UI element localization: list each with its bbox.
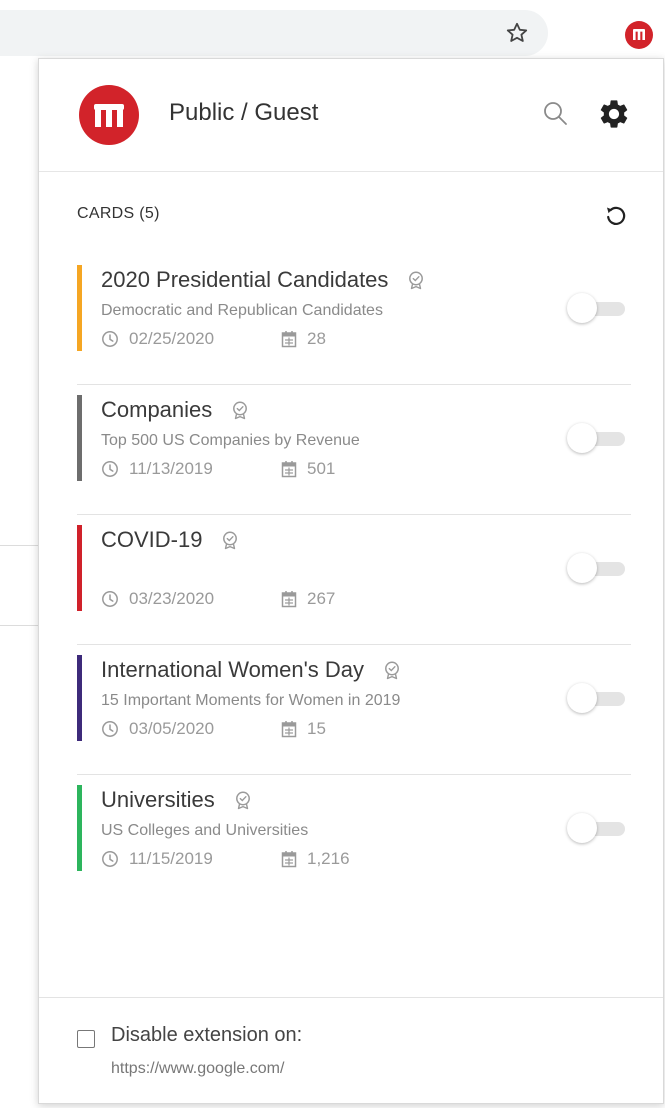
popup-footer: Disable extension on: https://www.google… xyxy=(39,997,663,1104)
popup-header: Public / Guest xyxy=(39,59,663,172)
card-date-text: 02/25/2020 xyxy=(129,329,215,348)
card-color-bar xyxy=(77,395,82,481)
card-meta: 11/13/2019 501 xyxy=(101,459,335,479)
card-date: 02/25/2020 xyxy=(101,329,281,349)
background-divider xyxy=(0,545,38,546)
cards-heading: CARDS (5) xyxy=(77,205,160,222)
toggle-knob[interactable] xyxy=(567,683,597,713)
brand-logo-icon xyxy=(79,85,139,145)
card-date: 11/15/2019 xyxy=(101,849,281,869)
calendar-icon xyxy=(281,851,297,868)
verified-badge-icon xyxy=(233,401,248,420)
card-title: Universities xyxy=(101,787,215,812)
page-title: Public / Guest xyxy=(169,99,319,126)
extension-popup: Public / Guest CARDS (5) 2020 Presidenti… xyxy=(38,58,664,1104)
verified-badge-icon xyxy=(409,271,424,290)
star-outline-icon xyxy=(506,22,528,42)
browser-toolbar xyxy=(0,0,665,64)
card-title-row: Universities xyxy=(101,787,253,813)
card-title: International Women's Day xyxy=(101,657,365,682)
card-item[interactable]: 2020 Presidential Candidates Democratic a… xyxy=(77,255,631,385)
card-count-text: 28 xyxy=(307,329,326,348)
extension-logo-icon xyxy=(625,21,653,49)
gear-icon xyxy=(600,100,628,128)
card-title-row: 2020 Presidential Candidates xyxy=(101,267,426,293)
card-color-bar xyxy=(77,525,82,611)
clock-icon xyxy=(102,851,118,867)
toggle-knob[interactable] xyxy=(567,813,597,843)
card-toggle[interactable] xyxy=(567,553,629,585)
clock-icon xyxy=(102,331,118,347)
card-toggle[interactable] xyxy=(567,293,629,325)
calendar-icon xyxy=(281,461,297,478)
card-item[interactable]: COVID-19 03/23/2020 267 xyxy=(77,515,631,645)
disable-extension-checkbox[interactable] xyxy=(77,1030,95,1048)
search-button[interactable] xyxy=(539,97,573,131)
verified-badge-icon xyxy=(223,531,238,550)
refresh-button[interactable] xyxy=(601,201,631,231)
toggle-knob[interactable] xyxy=(567,293,597,323)
card-date-text: 11/13/2019 xyxy=(129,459,213,478)
card-count: 1,216 xyxy=(281,849,350,869)
card-toggle[interactable] xyxy=(567,423,629,455)
clock-icon xyxy=(102,721,118,737)
card-color-bar xyxy=(77,785,82,871)
card-title-row: COVID-19 xyxy=(101,527,240,553)
calendar-icon xyxy=(281,591,297,608)
card-date-text: 03/23/2020 xyxy=(129,589,215,608)
card-date: 11/13/2019 xyxy=(101,459,281,479)
background-divider xyxy=(0,625,38,626)
card-subtitle: 15 Important Moments for Women in 2019 xyxy=(101,692,401,709)
card-count: 15 xyxy=(281,719,326,739)
refresh-icon xyxy=(607,206,626,225)
bookmark-star-button[interactable] xyxy=(500,16,534,50)
card-color-bar xyxy=(77,655,82,741)
card-subtitle: Top 500 US Companies by Revenue xyxy=(101,432,360,449)
card-title-row: Companies xyxy=(101,397,250,423)
card-count-text: 267 xyxy=(307,589,336,608)
card-title: COVID-19 xyxy=(101,527,203,552)
card-count: 501 xyxy=(281,459,335,479)
card-title: 2020 Presidential Candidates xyxy=(101,267,389,292)
clock-icon xyxy=(102,461,118,477)
calendar-icon xyxy=(281,331,297,348)
search-icon xyxy=(544,102,567,125)
card-color-bar xyxy=(77,265,82,351)
card-toggle[interactable] xyxy=(567,683,629,715)
card-toggle[interactable] xyxy=(567,813,629,845)
card-subtitle: Democratic and Republican Candidates xyxy=(101,302,383,319)
card-item[interactable]: International Women's Day 15 Important Mo… xyxy=(77,645,631,775)
current-site-url: https://www.google.com/ xyxy=(111,1060,285,1077)
verified-badge-icon xyxy=(235,791,250,810)
card-list: 2020 Presidential Candidates Democratic a… xyxy=(77,255,631,904)
card-date: 03/05/2020 xyxy=(101,719,281,739)
verified-badge-icon xyxy=(385,661,399,680)
card-meta: 03/23/2020 267 xyxy=(101,589,335,609)
card-subtitle: US Colleges and Universities xyxy=(101,822,309,839)
card-item[interactable]: Universities US Colleges and Universities… xyxy=(77,775,631,904)
card-count-text: 1,216 xyxy=(307,849,350,868)
clock-icon xyxy=(102,591,118,607)
extension-button[interactable] xyxy=(622,18,656,52)
card-count: 28 xyxy=(281,329,326,349)
disable-extension-label: Disable extension on: xyxy=(111,1024,303,1046)
card-date: 03/23/2020 xyxy=(101,589,281,609)
settings-button[interactable] xyxy=(597,97,631,131)
card-meta: 03/05/2020 15 xyxy=(101,719,326,739)
card-count-text: 501 xyxy=(307,459,336,478)
card-title: Companies xyxy=(101,397,213,422)
card-meta: 02/25/2020 28 xyxy=(101,329,326,349)
card-item[interactable]: Companies Top 500 US Companies by Revenue… xyxy=(77,385,631,515)
address-bar[interactable] xyxy=(0,10,548,56)
card-date-text: 03/05/2020 xyxy=(129,719,215,738)
card-count-text: 15 xyxy=(307,719,326,738)
calendar-icon xyxy=(281,721,297,738)
card-title-row: International Women's Day xyxy=(101,657,402,683)
toggle-knob[interactable] xyxy=(567,423,597,453)
card-date-text: 11/15/2019 xyxy=(129,849,213,868)
card-meta: 11/15/2019 1,216 xyxy=(101,849,350,869)
card-count: 267 xyxy=(281,589,335,609)
toggle-knob[interactable] xyxy=(567,553,597,583)
